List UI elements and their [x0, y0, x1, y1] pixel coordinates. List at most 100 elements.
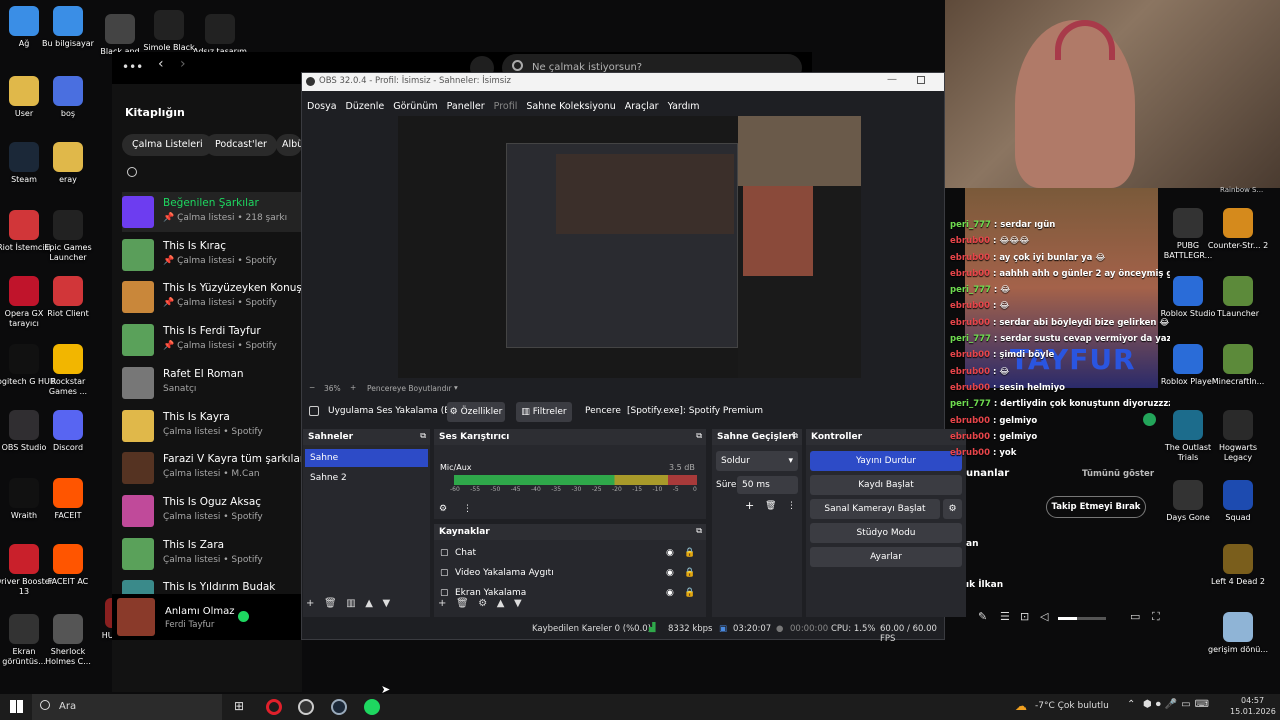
- chat-username[interactable]: ebrub00: [950, 416, 990, 426]
- menu-item[interactable]: Sahne Koleksiyonu: [526, 101, 615, 112]
- move-down-icon[interactable]: ▼: [382, 598, 390, 609]
- menu-item[interactable]: Dosya: [307, 101, 337, 112]
- chat-username[interactable]: ebrub00: [950, 350, 990, 360]
- gear-icon[interactable]: ⚙: [439, 504, 447, 514]
- filter-playlists[interactable]: Çalma Listeleri: [122, 134, 213, 156]
- trash-icon[interactable]: 🗑: [456, 598, 469, 609]
- library-item[interactable]: This Is Zara Çalma listesi • Spotify: [122, 534, 312, 574]
- menu-item[interactable]: Düzenle: [346, 101, 385, 112]
- edit-icon[interactable]: ✎: [978, 610, 987, 623]
- more-icon[interactable]: ⋮: [463, 504, 472, 514]
- now-playing-artist[interactable]: Ferdi Tayfur: [165, 620, 214, 630]
- source-item[interactable]: ▢ Chat ◉ 🔒: [436, 544, 698, 562]
- eye-icon[interactable]: ◉: [666, 544, 674, 562]
- library-item[interactable]: This Is Yüzyüzeyken Konuşuru 📌 Çalma list…: [122, 277, 319, 317]
- scene-item[interactable]: Sahne: [305, 449, 428, 467]
- desktop-icon[interactable]: Left 4 Dead 2: [1206, 544, 1270, 587]
- chat-username[interactable]: ebrub00: [950, 383, 990, 393]
- zoom-out-icon[interactable]: −: [309, 383, 315, 392]
- source-item[interactable]: ▢ Video Yakalama Aygıtı ◉ 🔒: [436, 564, 698, 582]
- clock-time[interactable]: 04:57: [1241, 696, 1264, 705]
- desktop-icon[interactable]: Discord: [36, 410, 100, 453]
- studio-mode-button[interactable]: Stüdyo Modu: [810, 523, 962, 543]
- library-item[interactable]: Beğenilen Şarkılar 📌 Çalma listesi • 218 …: [122, 192, 312, 232]
- volume-slider[interactable]: [1058, 617, 1106, 620]
- desktop-icon[interactable]: Riot Client: [36, 276, 100, 319]
- task-view-icon[interactable]: ⊞: [234, 699, 244, 713]
- desktop-icon[interactable]: TLauncher: [1206, 276, 1270, 319]
- library-item[interactable]: Farazi V Kayra tüm şarkılar Çalma listesi…: [122, 448, 312, 488]
- lock-icon[interactable]: 🔒: [684, 564, 695, 582]
- chat-username[interactable]: peri_777: [950, 334, 991, 344]
- add-icon[interactable]: +: [745, 499, 754, 512]
- more-icon[interactable]: ⋮: [787, 501, 796, 511]
- now-playing-title[interactable]: Anlamı Olmaz: [165, 606, 235, 617]
- library-item[interactable]: This Is Kayra Çalma listesi • Spotify: [122, 406, 312, 446]
- more-icon[interactable]: •••: [122, 60, 143, 74]
- show-all-link[interactable]: Tümünü göster: [1082, 469, 1154, 479]
- desktop-icon[interactable]: Epic Games Launcher: [36, 210, 100, 263]
- dock-undock-icon[interactable]: ⧉: [792, 431, 798, 441]
- minimize-icon[interactable]: —: [887, 74, 897, 85]
- chat-username[interactable]: peri_777: [950, 285, 991, 295]
- chevron-down-icon[interactable]: ▾: [454, 383, 458, 392]
- lock-icon[interactable]: 🔒: [684, 584, 695, 602]
- forward-icon[interactable]: ›: [180, 56, 186, 72]
- properties-button[interactable]: ⚙ Özellikler: [447, 402, 505, 422]
- move-down-icon[interactable]: ▼: [514, 598, 522, 609]
- spotify-icon[interactable]: [364, 699, 380, 715]
- eye-icon[interactable]: ◉: [666, 564, 674, 582]
- library-item[interactable]: Rafet El Roman Sanatçı: [122, 363, 312, 403]
- zoom-in-icon[interactable]: +: [350, 383, 356, 392]
- chat-username[interactable]: ebrub00: [950, 253, 990, 263]
- desktop-icon[interactable]: FACEIT: [36, 478, 100, 521]
- lock-icon[interactable]: 🔒: [684, 544, 695, 562]
- desktop-icon[interactable]: gerişim dönü...: [1206, 612, 1270, 655]
- chat-username[interactable]: ebrub00: [950, 448, 990, 458]
- chat-username[interactable]: ebrub00: [950, 236, 990, 246]
- menu-item[interactable]: Yardım: [668, 101, 700, 112]
- duration-input[interactable]: 50 ms: [737, 476, 798, 494]
- fit-to-window[interactable]: Pencereye Boyutlandır: [367, 384, 452, 393]
- trash-icon[interactable]: 🗑: [765, 501, 776, 511]
- clock-date[interactable]: 15.01.2026: [1230, 707, 1276, 716]
- dock-undock-icon[interactable]: ⧉: [696, 431, 702, 441]
- fullscreen-icon[interactable]: ⛶: [1152, 610, 1160, 624]
- window-select[interactable]: [Spotify.exe]: Spotify Premium: [627, 406, 763, 416]
- chat-username[interactable]: ebrub00: [950, 367, 990, 377]
- maximize-icon[interactable]: [917, 76, 925, 84]
- tray-icons[interactable]: ⬢⏺🎤▭⌨: [1143, 699, 1213, 710]
- desktop-icon[interactable]: eray: [36, 142, 100, 185]
- dock-undock-icon[interactable]: ⧉: [696, 526, 702, 536]
- library-item[interactable]: This Is Oguz Aksaç Çalma listesi • Spotif…: [122, 491, 312, 531]
- chat-username[interactable]: peri_777: [950, 220, 991, 230]
- chat-username[interactable]: ebrub00: [950, 432, 990, 442]
- volume-icon[interactable]: ◁: [1040, 610, 1048, 623]
- chat-username[interactable]: ebrub00: [950, 318, 990, 328]
- obs-preview[interactable]: [398, 116, 861, 378]
- add-icon[interactable]: +: [306, 598, 314, 609]
- dock-undock-icon[interactable]: ⧉: [420, 431, 426, 441]
- settings-button[interactable]: Ayarlar: [810, 547, 962, 567]
- menu-item[interactable]: Görünüm: [393, 101, 437, 112]
- list-icon[interactable]: ☰: [1000, 610, 1010, 623]
- library-item[interactable]: This Is Kıraç 📌 Çalma listesi • Spotify: [122, 235, 312, 275]
- virtual-camera-settings-button[interactable]: ⚙: [943, 499, 962, 519]
- menu-item[interactable]: Araçlar: [625, 101, 659, 112]
- move-up-icon[interactable]: ▲: [497, 598, 505, 609]
- filter-icon[interactable]: ▥: [346, 598, 355, 609]
- desktop-icon[interactable]: FACEIT AC: [36, 544, 100, 587]
- stop-stream-button[interactable]: Yayını Durdur: [810, 451, 962, 471]
- opera-gx-icon[interactable]: [266, 699, 282, 715]
- desktop-icon[interactable]: MinecraftIn...: [1206, 344, 1270, 387]
- liked-check-icon[interactable]: [238, 611, 249, 622]
- logitech-icon[interactable]: [298, 699, 314, 715]
- windows-start-icon[interactable]: [10, 700, 23, 713]
- unfollow-button[interactable]: Takip Etmeyi Bırak: [1046, 496, 1146, 518]
- chat-username[interactable]: ebrub00: [950, 269, 990, 279]
- library-item[interactable]: This Is Ferdi Tayfur 📌 Çalma listesi • Sp…: [122, 320, 312, 360]
- chat-username[interactable]: peri_777: [950, 399, 991, 409]
- filter-albums[interactable]: Albü: [276, 134, 302, 156]
- filters-button[interactable]: ▥ Filtreler: [516, 402, 572, 422]
- gear-icon[interactable]: ⚙: [478, 598, 487, 609]
